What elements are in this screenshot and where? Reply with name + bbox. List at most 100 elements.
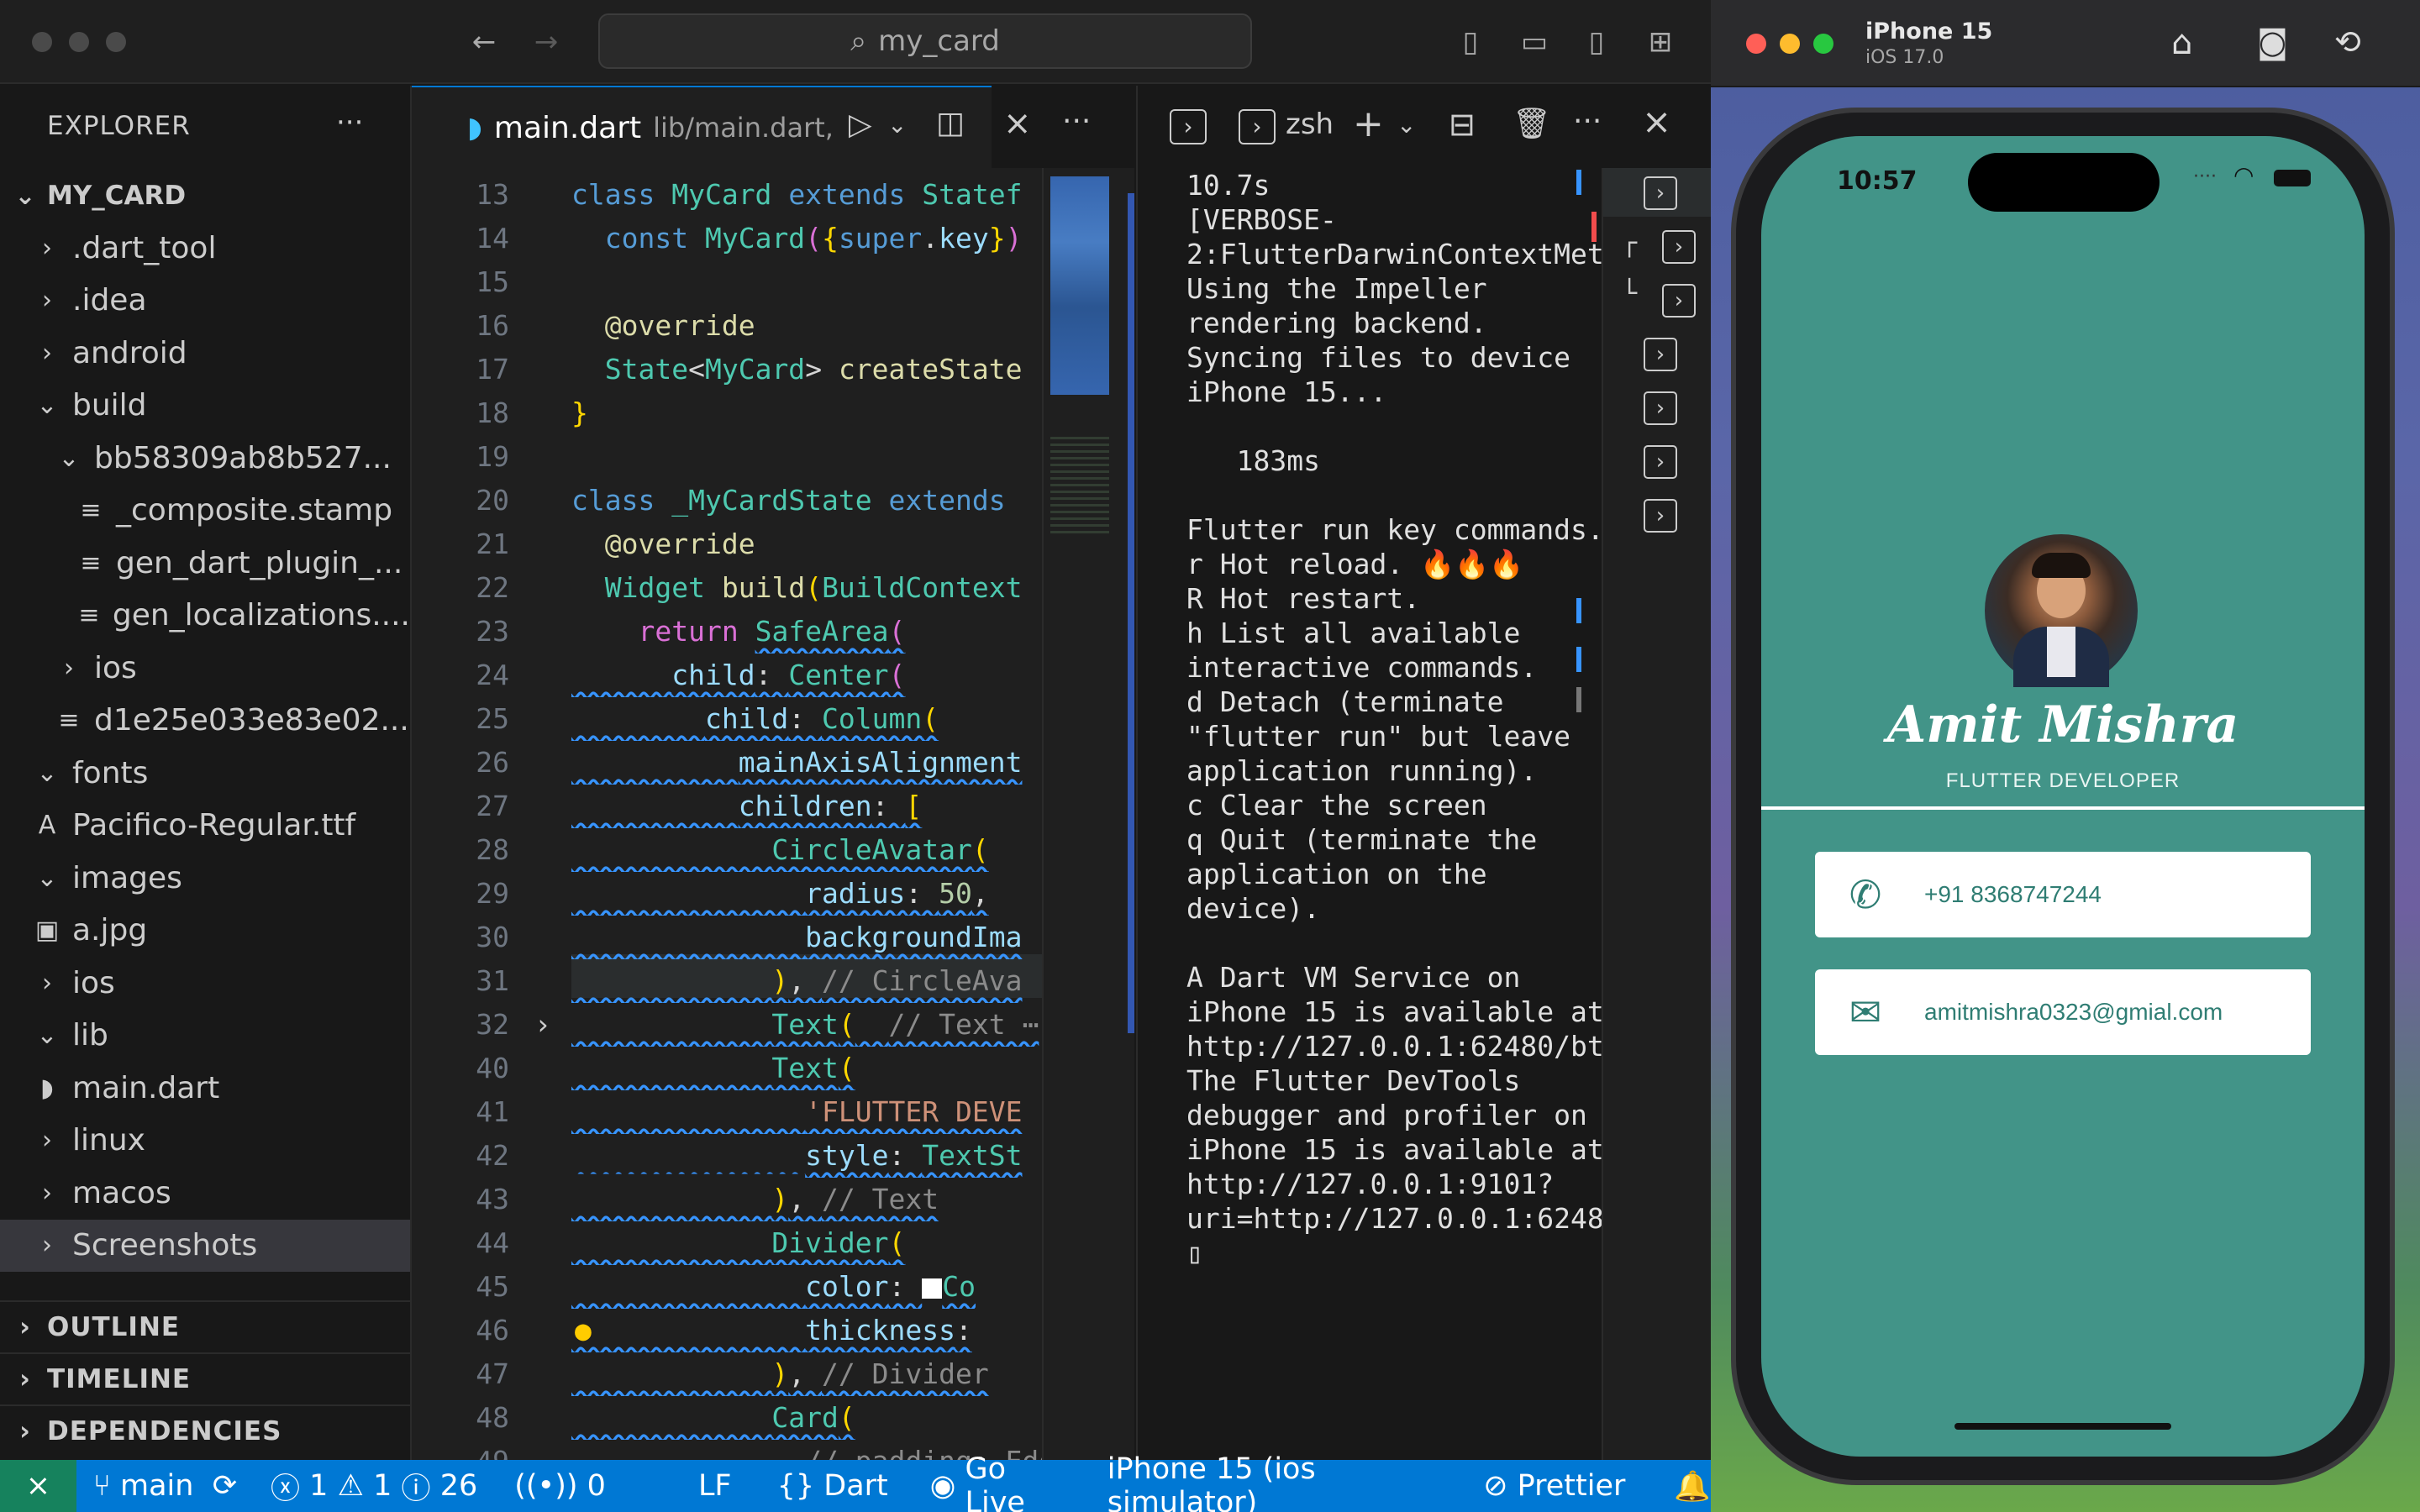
scrollbar-track[interactable]: [1128, 193, 1134, 1033]
tree-item[interactable]: › macos: [0, 1167, 410, 1219]
prettier-indicator[interactable]: ⊘ Prettier: [1483, 1469, 1625, 1503]
tree-item[interactable]: › .idea: [0, 275, 410, 327]
run-icon[interactable]: ▷: [849, 108, 872, 142]
tree-item[interactable]: › ios: [0, 957, 410, 1009]
tree-item[interactable]: › .dart_tool: [0, 222, 410, 274]
toggle-primary-sidebar-icon[interactable]: ▯: [1454, 25, 1487, 59]
tree-root-my-card[interactable]: ⌄ MY_CARD: [0, 170, 410, 222]
forward-arrow-icon[interactable]: →: [529, 25, 563, 59]
tree-item[interactable]: ≡ d1e25e033e83e02...: [0, 695, 410, 747]
remote-indicator-icon[interactable]: ⨯: [0, 1460, 76, 1512]
terminal-more-icon[interactable]: ···: [1573, 104, 1602, 139]
terminal-tab-icon[interactable]: ›: [1644, 338, 1677, 371]
terminal-tab-icon[interactable]: ›: [1644, 176, 1677, 210]
customize-layout-icon[interactable]: ⊞: [1644, 25, 1677, 59]
chevron-down-icon[interactable]: ⌄: [1397, 111, 1416, 139]
tree-item[interactable]: ▣ a.jpg: [0, 905, 410, 957]
tree-item-label: d1e25e033e83e02...: [94, 703, 409, 738]
email-card[interactable]: ✉ amitmishra0323@gmial.com: [1815, 969, 2311, 1055]
terminal-tab-icon[interactable]: ›: [1644, 499, 1677, 533]
tree-item[interactable]: › linux: [0, 1115, 410, 1167]
window-close-dot[interactable]: [32, 32, 52, 52]
tree-item[interactable]: › ios: [0, 642, 410, 694]
toggle-panel-icon[interactable]: ▭: [1518, 25, 1551, 59]
tree-item[interactable]: ≡ gen_localizations....: [0, 590, 410, 642]
tree-item[interactable]: A Pacifico-Regular.ttf: [0, 800, 410, 852]
editor-more-icon[interactable]: ···: [1062, 104, 1091, 139]
bell-icon[interactable]: 🔔: [1674, 1469, 1711, 1504]
window-zoom-dot[interactable]: [1813, 34, 1833, 54]
tree-item[interactable]: ⌄ images: [0, 852, 410, 904]
branch-label: main: [119, 1469, 194, 1503]
terminal-shell-icon[interactable]: ›: [1239, 109, 1276, 144]
eol-indicator[interactable]: LF: [698, 1469, 732, 1503]
fold-chevron-icon[interactable]: ›: [534, 1003, 551, 1047]
simulator-os-version: iOS 17.0: [1865, 47, 1944, 68]
tree-item[interactable]: ⌄ bb58309ab8b527...: [0, 432, 410, 484]
terminal-shell-name[interactable]: zsh: [1286, 108, 1334, 141]
section-dependencies[interactable]: › DEPENDENCIES: [0, 1404, 410, 1457]
tree-item-icon: ›: [42, 968, 52, 998]
tree-item[interactable]: ⌄ fonts: [0, 747, 410, 799]
toggle-secondary-sidebar-icon[interactable]: ▯: [1580, 25, 1613, 59]
command-center-search[interactable]: ⌕ my_card: [598, 13, 1252, 69]
close-icon[interactable]: ×: [1003, 104, 1032, 143]
tree-item[interactable]: ≡ _composite.stamp: [0, 485, 410, 537]
avatar: [1985, 534, 2138, 687]
new-terminal-icon[interactable]: +: [1353, 102, 1384, 145]
window-zoom-dot[interactable]: [106, 32, 126, 52]
trash-icon[interactable]: 🗑: [1512, 106, 1551, 141]
window-minimize-dot[interactable]: [69, 32, 89, 52]
explorer-more-icon[interactable]: ···: [336, 106, 363, 139]
minimap-slider[interactable]: [1050, 176, 1109, 395]
home-indicator[interactable]: [1954, 1423, 2171, 1430]
tree-item-label: .dart_tool: [72, 230, 217, 265]
rotate-icon[interactable]: ⟲: [2334, 24, 2361, 60]
go-live-button[interactable]: ◉ Go Live: [930, 1452, 1062, 1512]
tree-item-icon: ⌄: [36, 863, 58, 893]
minimap[interactable]: [1042, 168, 1134, 1460]
tree-item[interactable]: › Screenshots: [0, 1219, 410, 1272]
tree-item-icon: ⌄: [36, 391, 58, 420]
terminal-tab-icon[interactable]: ›: [1662, 284, 1696, 318]
tree-item-icon: ⌄: [58, 443, 80, 473]
back-arrow-icon[interactable]: ←: [467, 25, 501, 59]
tree-item[interactable]: ⌄ lib: [0, 1010, 410, 1062]
line-number: 45: [476, 1270, 509, 1303]
chevron-down-icon[interactable]: ⌄: [887, 111, 907, 139]
line-number: 46: [476, 1314, 509, 1347]
window-close-dot[interactable]: [1746, 34, 1766, 54]
profile-role: FLUTTER DEVELOPER: [1945, 769, 2181, 792]
terminal-tab-icon[interactable]: ›: [1644, 445, 1677, 479]
wifi-icon: ◠: [2233, 161, 2254, 189]
ports-indicator[interactable]: ((•)) 0: [514, 1469, 606, 1503]
terminal-tab-icon[interactable]: ›: [1662, 230, 1696, 264]
tree-item-label: gen_dart_plugin_...: [116, 545, 403, 580]
close-icon[interactable]: ×: [1642, 101, 1671, 142]
section-outline[interactable]: › OUTLINE: [0, 1300, 410, 1352]
language-indicator[interactable]: {} Dart: [777, 1469, 888, 1503]
tree-item[interactable]: ⌄ build: [0, 380, 410, 432]
split-terminal-icon[interactable]: ⊟: [1449, 106, 1476, 143]
terminal-panel[interactable]: › › zsh + ⌄ ⊟ 🗑 ··· × 10.7s [VERBOSE-2:F…: [1136, 86, 1711, 1460]
home-icon[interactable]: ⌂: [2171, 24, 2192, 62]
screenshot-icon[interactable]: ◙: [2257, 24, 2288, 60]
tree-item[interactable]: › android: [0, 327, 410, 379]
terminal-tab-icon[interactable]: ›: [1644, 391, 1677, 425]
tree-item-label: macos: [72, 1175, 171, 1210]
tree-item[interactable]: ≡ gen_dart_plugin_...: [0, 537, 410, 589]
split-editor-icon[interactable]: ◫: [936, 106, 965, 140]
terminal-icon[interactable]: ›: [1170, 109, 1207, 144]
line-number: 30: [476, 921, 509, 953]
code-editor[interactable]: ◗ main.dart lib/main.dart, ▷ ⌄ ◫ × ··· 1…: [412, 86, 1134, 1460]
phone-card[interactable]: ✆ +91 8368747244: [1815, 852, 2311, 937]
tree-item[interactable]: ◗ main.dart: [0, 1062, 410, 1114]
problems-indicator[interactable]: ⓧ 1 ⚠ 1 ⓘ 26: [271, 1465, 477, 1508]
code-area[interactable]: 13 class MyCard extends Statef 14 const M…: [412, 168, 1042, 1460]
git-branch[interactable]: ⑂ main ⟳: [93, 1469, 237, 1503]
iphone-screen[interactable]: 10:57 ···· ◠ Amit Mishra FLUTTER DEVELOP…: [1761, 136, 2365, 1457]
device-selector[interactable]: iPhone 15 (ios simulator): [1107, 1452, 1441, 1512]
window-minimize-dot[interactable]: [1780, 34, 1800, 54]
section-timeline[interactable]: › TIMELINE: [0, 1352, 410, 1404]
tree-item-label: fonts: [72, 755, 149, 790]
